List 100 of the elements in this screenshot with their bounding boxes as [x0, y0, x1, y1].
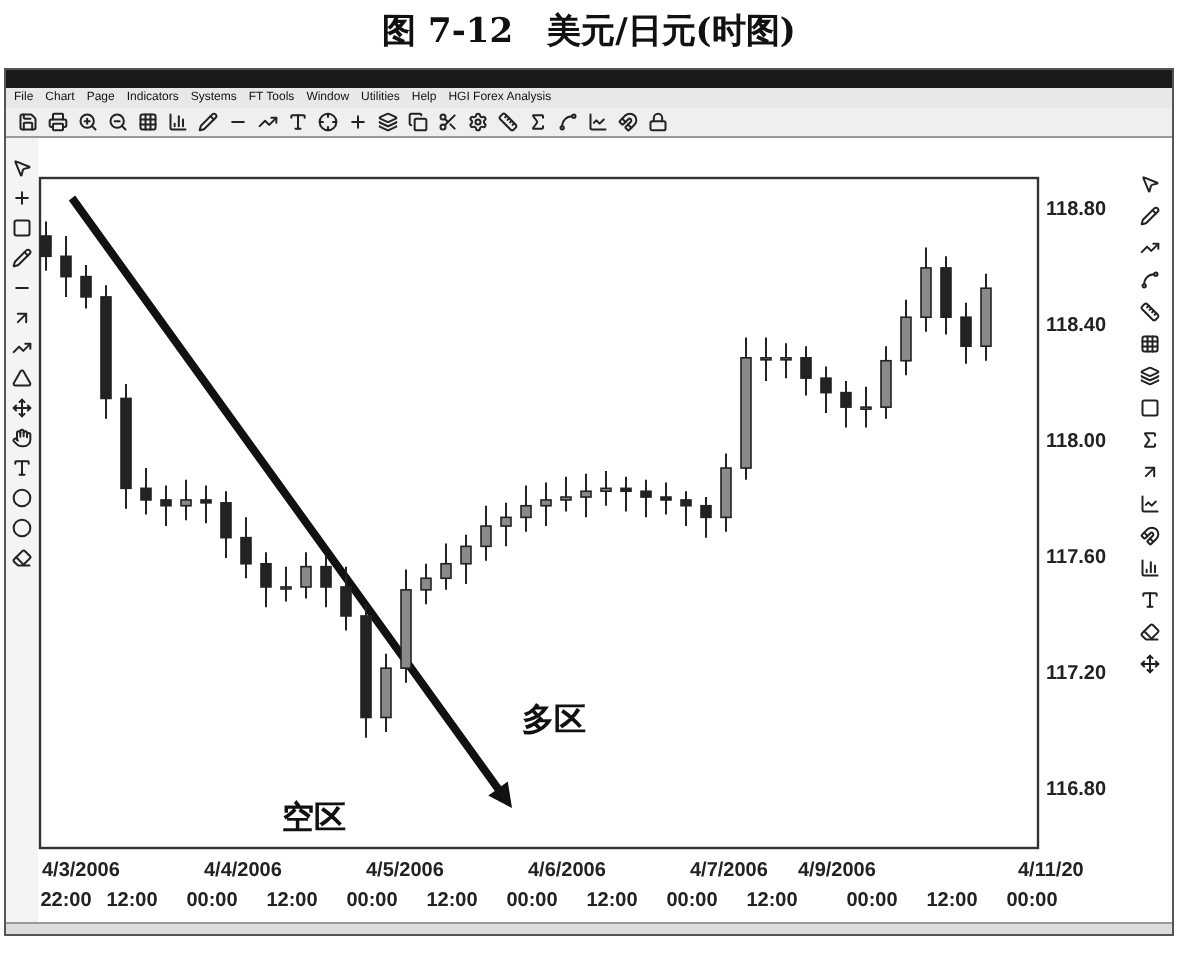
- date-label: 4/11/20: [1018, 860, 1084, 882]
- candle: [480, 504, 492, 562]
- candle: [140, 467, 152, 516]
- date-label: 4/4/2006: [204, 860, 282, 882]
- zoom-out-icon[interactable]: [104, 109, 130, 135]
- move-icon[interactable]: [9, 394, 35, 420]
- candle: [340, 565, 352, 632]
- candle: [440, 542, 452, 591]
- text-icon[interactable]: [9, 454, 35, 480]
- candle: [960, 301, 972, 365]
- settings-icon[interactable]: [464, 109, 490, 135]
- candle: [800, 345, 812, 397]
- price-axis-label: 117.20: [1046, 663, 1107, 686]
- zone-label: 空区: [282, 802, 346, 836]
- candle: [420, 562, 432, 606]
- time-label: 00:00: [1006, 890, 1058, 912]
- price-axis-label: 118.80: [1046, 199, 1107, 221]
- candle: [260, 551, 272, 609]
- save-icon[interactable]: [14, 109, 40, 135]
- square-icon[interactable]: [1137, 394, 1163, 420]
- triangle-icon[interactable]: [9, 364, 35, 390]
- date-label: 4/9/2006: [798, 860, 876, 882]
- price-axis-label: 118.40: [1046, 315, 1107, 337]
- candle: [180, 478, 192, 522]
- bar-chart-icon[interactable]: [1137, 554, 1163, 580]
- grid-icon[interactable]: [134, 109, 160, 135]
- candle: [880, 345, 892, 420]
- time-label: 00:00: [846, 890, 898, 912]
- ruler-icon[interactable]: [1137, 298, 1163, 324]
- candle: [940, 255, 952, 336]
- circle-icon[interactable]: [9, 484, 35, 510]
- time-label: 12:00: [426, 890, 478, 912]
- crosshair-icon[interactable]: [314, 109, 340, 135]
- eraser-icon[interactable]: [9, 544, 35, 570]
- candle: [980, 272, 992, 362]
- hand-icon[interactable]: [9, 424, 35, 450]
- time-label: 12:00: [746, 890, 798, 912]
- pointer-icon[interactable]: [1137, 170, 1163, 196]
- line-chart-icon[interactable]: [1137, 490, 1163, 516]
- circle-icon[interactable]: [9, 514, 35, 540]
- ruler-icon[interactable]: [494, 109, 520, 135]
- layers-icon[interactable]: [1137, 362, 1163, 388]
- zoom-in-icon[interactable]: [74, 109, 100, 135]
- time-label: 12:00: [106, 890, 158, 912]
- zone-label: 多区: [522, 704, 586, 738]
- pencil-icon[interactable]: [194, 109, 220, 135]
- candle: [300, 551, 312, 600]
- grid-icon[interactable]: [1137, 330, 1163, 356]
- pencil-icon[interactable]: [1137, 202, 1163, 228]
- price-axis-label: 117.60: [1046, 547, 1107, 570]
- candle: [500, 501, 512, 548]
- text-icon[interactable]: [284, 109, 310, 135]
- time-label: 12:00: [926, 890, 978, 912]
- bar-chart-icon[interactable]: [164, 109, 190, 135]
- time-label: 12:00: [266, 890, 318, 912]
- date-label: 4/7/2006: [690, 860, 768, 882]
- layers-icon[interactable]: [374, 109, 400, 135]
- printer-icon[interactable]: [44, 109, 70, 135]
- candle: [680, 490, 692, 528]
- curve-icon[interactable]: [1137, 266, 1163, 292]
- candle: [220, 490, 232, 559]
- candle: [320, 554, 332, 609]
- curve-icon[interactable]: [554, 109, 580, 135]
- lock-icon[interactable]: [644, 109, 670, 135]
- candle: [360, 603, 372, 739]
- pencil-icon[interactable]: [9, 244, 35, 270]
- candle: [60, 235, 72, 298]
- candle: [40, 220, 52, 272]
- magnet-icon[interactable]: [614, 109, 640, 135]
- candle: [200, 484, 212, 525]
- candle: [460, 533, 472, 586]
- candle: [780, 342, 792, 380]
- time-label: 00:00: [506, 890, 558, 912]
- candle: [540, 481, 552, 528]
- eraser-icon[interactable]: [1137, 618, 1163, 644]
- figure-caption: 图 7-12 美元/日元(时图): [382, 10, 796, 57]
- candle: [820, 365, 832, 414]
- text-icon[interactable]: [1137, 586, 1163, 612]
- square-icon[interactable]: [9, 214, 35, 240]
- scissors-icon[interactable]: [434, 109, 460, 135]
- date-label: 4/6/2006: [528, 860, 606, 882]
- candle: [860, 385, 872, 429]
- move-icon[interactable]: [1137, 650, 1163, 676]
- candle: [620, 475, 632, 513]
- price-axis-label: 118.00: [1046, 431, 1107, 454]
- candle: [700, 496, 712, 539]
- time-label: 00:00: [186, 890, 238, 912]
- line-chart-icon[interactable]: [584, 109, 610, 135]
- candle: [400, 568, 412, 684]
- date-label: 4/3/2006: [42, 860, 120, 882]
- pointer-icon[interactable]: [9, 154, 35, 180]
- magnet-icon[interactable]: [1137, 522, 1163, 548]
- copy-icon[interactable]: [404, 109, 430, 135]
- candle: [580, 472, 592, 519]
- candle: [900, 298, 912, 377]
- candle: [720, 452, 732, 533]
- candle: [280, 565, 292, 603]
- candle: [560, 475, 572, 513]
- time-label: 00:00: [666, 890, 718, 912]
- candle: [100, 284, 112, 420]
